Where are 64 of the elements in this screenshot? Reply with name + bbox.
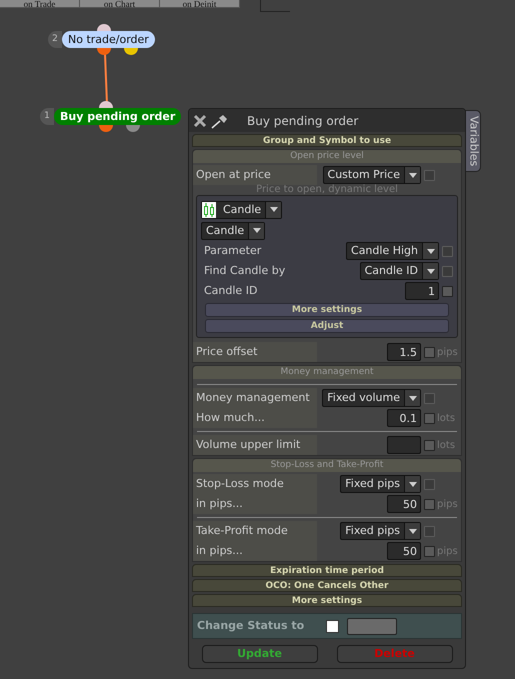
section-header[interactable]: More settings <box>192 594 462 607</box>
panel-corner <box>260 0 290 12</box>
action-button[interactable]: Update <box>202 645 318 663</box>
caret-icon <box>408 482 416 486</box>
status-label: Change Status to <box>197 618 304 634</box>
status-field[interactable] <box>347 618 398 634</box>
dropdown[interactable]: Candle <box>201 200 282 218</box>
dropdown[interactable]: Candle <box>201 222 266 240</box>
caret-icon <box>426 268 434 274</box>
number-field[interactable]: 1 <box>405 282 439 300</box>
number-field[interactable]: 50 <box>387 495 421 513</box>
field-label: Parameter <box>203 243 262 259</box>
tab[interactable]: on Deinit <box>160 0 240 8</box>
caret-icon <box>426 248 434 254</box>
checkbox[interactable] <box>424 440 435 450</box>
window-title: Buy pending order <box>247 112 358 130</box>
number-field[interactable]: 50 <box>387 542 421 560</box>
section-header[interactable]: Group and Symbol to use <box>192 134 462 147</box>
candlestick-icon <box>202 202 216 218</box>
number-field[interactable]: 1.5 <box>387 343 421 361</box>
checkbox[interactable] <box>424 412 435 424</box>
node-number: 1 <box>40 108 54 125</box>
section-header[interactable]: OCO: One Cancels Other <box>192 579 462 592</box>
node-label[interactable]: Buy pending order <box>54 108 182 125</box>
input-port[interactable] <box>99 101 113 108</box>
collapsible-button[interactable]: Adjust <box>205 319 449 333</box>
tab[interactable]: on Chart <box>80 0 160 8</box>
checkbox[interactable] <box>424 498 435 510</box>
caret-icon <box>408 396 416 400</box>
node-number: 2 <box>48 31 62 48</box>
field-label: Find Candle by <box>203 263 286 279</box>
field-label: Take-Profit mode <box>193 521 317 541</box>
field-label: Volume upper limit <box>193 435 317 455</box>
checkbox[interactable] <box>424 346 435 358</box>
field-label: in pips... <box>193 494 317 514</box>
number-field[interactable]: 0.1 <box>387 409 421 427</box>
checkbox[interactable] <box>326 620 340 632</box>
node-label[interactable]: No trade/order <box>62 31 155 48</box>
pin-icon <box>211 112 229 128</box>
connector-line <box>103 54 109 104</box>
field-label: Stop-Loss mode <box>193 474 317 494</box>
collapsible-button[interactable]: More settings <box>205 303 449 317</box>
number-field[interactable] <box>387 436 421 454</box>
variables-tab[interactable]: Variables <box>465 110 481 172</box>
checkbox[interactable] <box>442 286 453 296</box>
caret-icon <box>252 228 261 233</box>
input-port[interactable] <box>97 24 111 31</box>
field-label: Open at price <box>193 165 317 185</box>
field-label: How much... <box>193 408 317 428</box>
field-label: in pips... <box>193 541 317 561</box>
checkbox[interactable] <box>424 546 435 556</box>
field-label: Price offset <box>193 342 317 362</box>
field-label: Money management <box>193 388 317 408</box>
tab[interactable]: on Trade <box>0 0 80 8</box>
output-port[interactable] <box>97 48 111 55</box>
output-port[interactable] <box>124 48 138 55</box>
caret-icon <box>408 528 416 534</box>
close-icon <box>193 114 207 128</box>
field-label: Candle ID <box>203 283 258 299</box>
caret-icon <box>408 172 416 178</box>
section-header[interactable]: Expiration time period <box>192 564 462 577</box>
output-port[interactable] <box>126 125 140 132</box>
output-port[interactable] <box>99 125 113 132</box>
caret-icon <box>270 207 278 212</box>
